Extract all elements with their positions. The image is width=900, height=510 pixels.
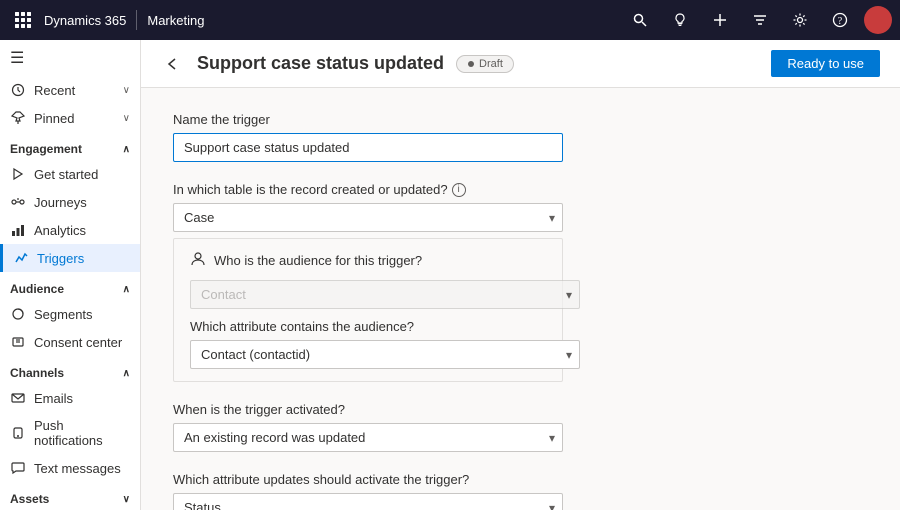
add-icon[interactable] [704, 4, 736, 36]
brand-dynamics365[interactable]: Dynamics 365 [44, 13, 126, 28]
channels-collapse[interactable]: ∧ [123, 368, 130, 379]
draft-label: Draft [479, 58, 503, 70]
pinned-icon [10, 110, 26, 126]
consent-icon [10, 334, 26, 350]
attribute-audience-group: Which attribute contains the audience? C… [190, 319, 546, 369]
brand-area: Dynamics 365 Marketing [44, 10, 204, 30]
push-icon [10, 425, 26, 441]
help-icon[interactable]: ? [824, 4, 856, 36]
info-icon[interactable]: i [452, 183, 466, 197]
sidebar-item-pinned[interactable]: Pinned ∨ [0, 104, 140, 132]
audience-select-wrapper: Contact ▾ [190, 280, 580, 309]
draft-icon [467, 60, 475, 68]
sidebar-item-push[interactable]: Push notifications [0, 412, 140, 454]
recent-chevron: ∨ [123, 85, 130, 96]
when-activated-group: When is the trigger activated? An existi… [173, 402, 868, 452]
when-activated-label: When is the trigger activated? [173, 402, 868, 417]
pinned-label: Pinned [34, 111, 74, 126]
sidebar-hamburger[interactable]: ☰ [0, 40, 140, 76]
recent-icon [10, 82, 26, 98]
top-navigation: Dynamics 365 Marketing ? [0, 0, 900, 40]
trigger-name-input[interactable] [173, 133, 563, 162]
which-attr-select[interactable]: Status [173, 493, 563, 510]
page-title: Support case status updated [197, 53, 444, 74]
text-icon [10, 460, 26, 476]
filter-icon[interactable] [744, 4, 776, 36]
audience-box-header: Who is the audience for this trigger? [190, 251, 546, 270]
lightbulb-icon[interactable] [664, 4, 696, 36]
engagement-header: Engagement ∧ [0, 132, 140, 160]
search-icon[interactable] [624, 4, 656, 36]
when-activated-select[interactable]: An existing record was updated [173, 423, 563, 452]
sidebar-item-emails[interactable]: Emails [0, 384, 140, 412]
brand-separator [136, 10, 137, 30]
user-avatar[interactable] [864, 6, 892, 34]
which-attr-group: Which attribute updates should activate … [173, 472, 868, 510]
draft-badge: Draft [456, 55, 514, 73]
analytics-icon [10, 222, 26, 238]
main-layout: ☰ Recent ∨ Pinned ∨ Engagement ∧ Get sta… [0, 40, 900, 510]
waffle-menu[interactable] [8, 6, 36, 34]
segments-icon [10, 306, 26, 322]
ready-to-use-button[interactable]: Ready to use [771, 50, 880, 77]
recent-label: Recent [34, 83, 75, 98]
trigger-name-group: Name the trigger [173, 112, 868, 162]
engagement-collapse[interactable]: ∧ [123, 144, 130, 155]
channels-header: Channels ∧ [0, 356, 140, 384]
waffle-icon [15, 12, 29, 28]
back-button[interactable] [161, 52, 185, 76]
table-group: In which table is the record created or … [173, 182, 868, 382]
form-area: Name the trigger In which table is the r… [141, 88, 900, 510]
svg-text:?: ? [838, 16, 843, 27]
sidebar: ☰ Recent ∨ Pinned ∨ Engagement ∧ Get sta… [0, 40, 141, 510]
when-activated-select-wrapper: An existing record was updated ▾ [173, 423, 563, 452]
sidebar-item-get-started[interactable]: Get started [0, 160, 140, 188]
attribute-audience-select[interactable]: Contact (contactid) [190, 340, 580, 369]
attribute-audience-label: Which attribute contains the audience? [190, 319, 546, 334]
attribute-audience-select-wrapper: Contact (contactid) ▾ [190, 340, 580, 369]
email-icon [10, 390, 26, 406]
assets-collapse[interactable]: ∨ [123, 494, 130, 505]
sidebar-item-recent[interactable]: Recent ∨ [0, 76, 140, 104]
audience-select[interactable]: Contact [190, 280, 580, 309]
which-attr-select-wrapper: Status ▾ [173, 493, 563, 510]
sidebar-item-consent[interactable]: Consent center [0, 328, 140, 356]
triggers-icon [13, 250, 29, 266]
audience-collapse[interactable]: ∧ [123, 284, 130, 295]
table-select[interactable]: Case [173, 203, 563, 232]
audience-header: Audience ∧ [0, 272, 140, 300]
table-label: In which table is the record created or … [173, 182, 868, 197]
assets-header: Assets ∨ [0, 482, 140, 510]
table-select-wrapper: Case ▾ [173, 203, 563, 232]
pinned-chevron: ∨ [123, 113, 130, 124]
content-header: Support case status updated Draft Ready … [141, 40, 900, 88]
content-area: Support case status updated Draft Ready … [141, 40, 900, 510]
settings-icon[interactable] [784, 4, 816, 36]
audience-box: Who is the audience for this trigger? Co… [173, 238, 563, 382]
sidebar-item-journeys[interactable]: Journeys [0, 188, 140, 216]
sidebar-item-text[interactable]: Text messages [0, 454, 140, 482]
brand-module: Marketing [147, 13, 204, 28]
sidebar-item-triggers[interactable]: Triggers [0, 244, 140, 272]
trigger-name-label: Name the trigger [173, 112, 868, 127]
sidebar-item-analytics[interactable]: Analytics [0, 216, 140, 244]
audience-person-icon [190, 251, 206, 270]
which-attr-label: Which attribute updates should activate … [173, 472, 868, 487]
audience-question: Who is the audience for this trigger? [214, 253, 422, 268]
journeys-icon [10, 194, 26, 210]
sidebar-item-segments[interactable]: Segments [0, 300, 140, 328]
play-icon [10, 166, 26, 182]
